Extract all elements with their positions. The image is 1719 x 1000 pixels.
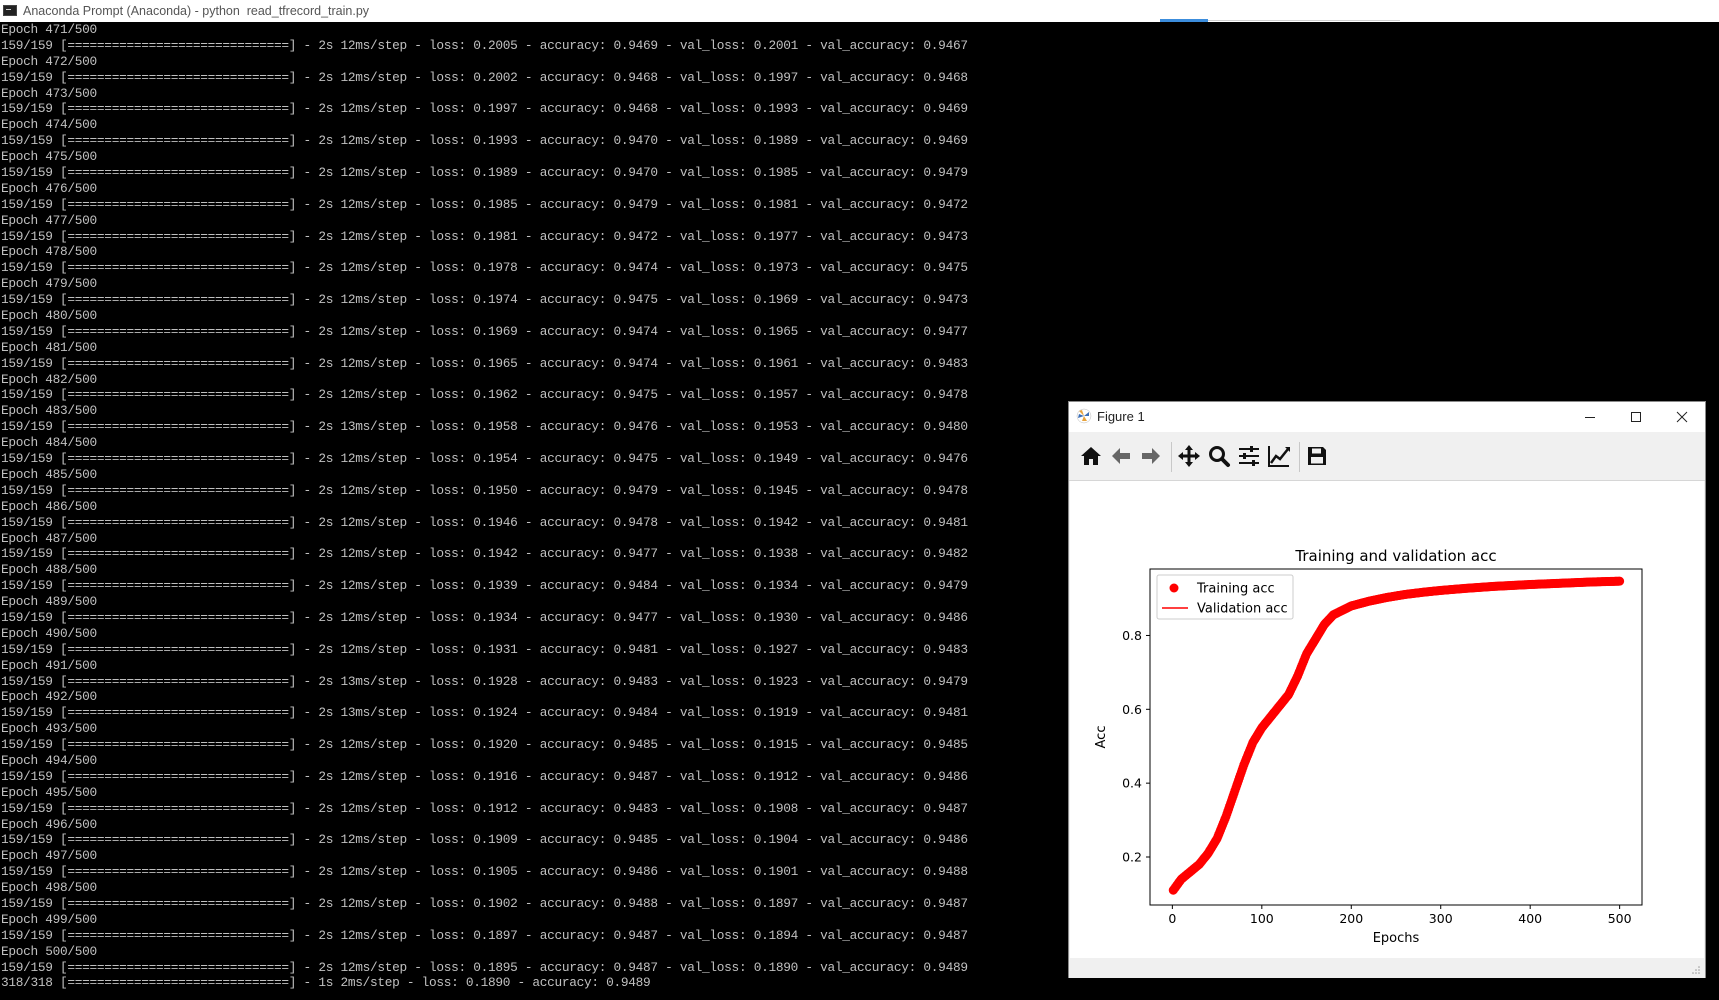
chart-title: Training and validation acc <box>1294 547 1496 565</box>
back-icon <box>1112 448 1130 464</box>
maximize-icon <box>1631 412 1641 422</box>
x-tick-label: 500 <box>1608 911 1632 926</box>
console-line: Epoch 474/500 <box>1 117 97 133</box>
console-line: Epoch 473/500 <box>1 85 97 101</box>
console-line: Epoch 482/500 <box>1 371 97 387</box>
home-button[interactable] <box>1079 444 1105 470</box>
console-line: Epoch 478/500 <box>1 244 97 260</box>
console-line: 159/159 [==============================]… <box>1 228 968 244</box>
console-icon <box>3 5 17 16</box>
x-tick-label: 100 <box>1250 911 1274 926</box>
pan-button[interactable] <box>1177 444 1203 470</box>
figure-title: Figure 1 <box>1097 409 1145 424</box>
console-line: 159/159 [==============================]… <box>1 260 968 276</box>
matplotlib-icon <box>1076 408 1092 424</box>
back-button[interactable] <box>1109 444 1135 470</box>
legend: Training acc Validation acc <box>1156 574 1294 620</box>
forward-button[interactable] <box>1139 444 1165 470</box>
legend-marker-training <box>1169 583 1179 593</box>
console-titlebar[interactable]: Anaconda Prompt (Anaconda) - python read… <box>0 0 1719 22</box>
console-line: 159/159 [==============================]… <box>1 69 968 85</box>
training-acc-point <box>1615 576 1625 586</box>
plot-canvas[interactable]: 0 100 200 300 400 500 0.2 0.4 0.6 0.8 Training an… <box>1070 481 1704 958</box>
x-axis-label: Epochs <box>1373 931 1420 946</box>
edit-axis-button[interactable] <box>1267 444 1293 470</box>
figure-statusbar <box>1069 958 1705 978</box>
edit-axis-icon <box>1268 446 1290 467</box>
x-tick-label: 300 <box>1429 911 1453 926</box>
legend-label-validation: Validation acc <box>1197 602 1288 617</box>
toolbar-separator <box>1299 442 1300 472</box>
save-button[interactable] <box>1305 444 1331 470</box>
console-line: 159/159 [==============================]… <box>1 355 968 371</box>
subplots-button[interactable] <box>1237 444 1263 470</box>
console-line: 159/159 [==============================]… <box>1 37 968 53</box>
resize-grip-icon[interactable] <box>1691 965 1701 975</box>
console-title: Anaconda Prompt (Anaconda) - python read… <box>23 4 370 18</box>
chart: 0 100 200 300 400 500 0.2 0.4 0.6 0.8 Training an… <box>1094 547 1643 946</box>
console-line: Epoch 479/500 <box>1 276 97 292</box>
figure-toolbar <box>1069 432 1705 481</box>
y-tick-label: 0.8 <box>1122 628 1142 643</box>
figure-titlebar[interactable]: Figure 1 <box>1069 402 1705 432</box>
console-line: 159/159 [==============================]… <box>1 165 968 181</box>
console-line: 159/159 [==============================]… <box>1 101 968 117</box>
console-line: Epoch 476/500 <box>1 180 97 196</box>
figure-window[interactable]: Figure 1 0 100 200 300 400 500 0.2 0.4 0… <box>1068 401 1706 978</box>
console-line: Epoch 477/500 <box>1 212 97 228</box>
zoom-icon <box>1209 446 1230 467</box>
console-line: 159/159 [==============================]… <box>1 323 968 339</box>
close-icon <box>1676 411 1688 423</box>
y-tick-label: 0.6 <box>1122 702 1142 717</box>
console-line: Epoch 481/500 <box>1 339 97 355</box>
console-line: Epoch 480/500 <box>1 308 97 324</box>
home-icon <box>1081 447 1101 465</box>
y-tick-label: 0.4 <box>1122 776 1142 791</box>
console-line: 159/159 [==============================]… <box>1 292 968 308</box>
minimize-button[interactable] <box>1567 402 1613 432</box>
console-line: Epoch 472/500 <box>1 53 97 69</box>
x-tick-label: 400 <box>1518 911 1542 926</box>
console-line: 159/159 [==============================]… <box>1 196 968 212</box>
x-tick-label: 200 <box>1339 911 1363 926</box>
x-tick-label: 0 <box>1168 911 1176 926</box>
pan-icon <box>1178 445 1200 467</box>
taskbar-divider <box>1208 20 1400 21</box>
console-line: Epoch 471/500 <box>1 22 97 37</box>
maximize-button[interactable] <box>1613 402 1659 432</box>
validation-acc-line <box>1172 579 1619 888</box>
y-tick-label: 0.2 <box>1122 850 1142 865</box>
toolbar-separator <box>1171 442 1172 472</box>
save-icon <box>1308 447 1326 465</box>
minimize-icon <box>1585 417 1595 418</box>
console-line: Epoch 475/500 <box>1 149 97 165</box>
y-axis-label: Acc <box>1094 726 1109 749</box>
close-button[interactable] <box>1659 402 1705 432</box>
zoom-button[interactable] <box>1207 444 1233 470</box>
subplots-icon <box>1239 446 1259 466</box>
legend-label-training: Training acc <box>1196 582 1275 597</box>
forward-icon <box>1142 448 1160 464</box>
console-line: 159/159 [==============================]… <box>1 133 968 149</box>
